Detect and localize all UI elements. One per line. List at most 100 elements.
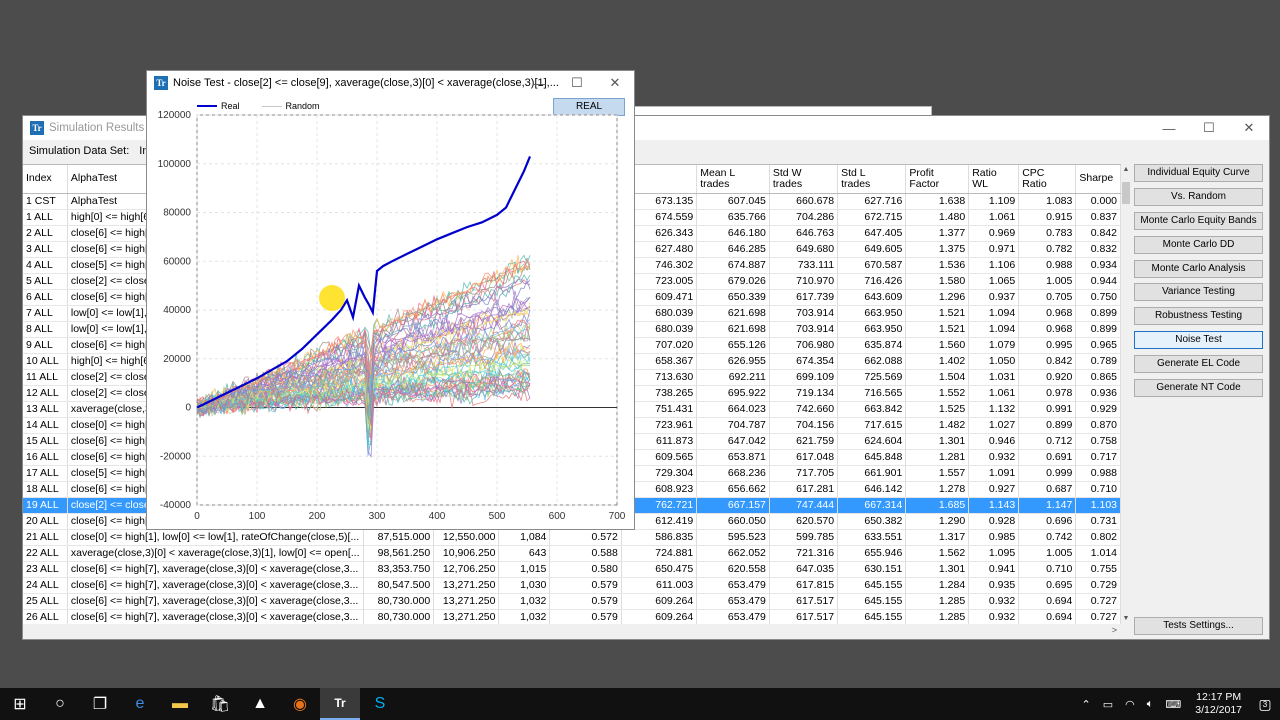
notification-count: 3 — [1262, 699, 1268, 709]
table-cell: 747.444 — [769, 497, 839, 514]
table-row[interactable]: 22 ALL xaverage(close,3)[0] < xaverage(cl… — [23, 545, 1121, 562]
task-view-icon[interactable]: ❐ — [80, 688, 120, 720]
edge-icon[interactable]: e — [120, 688, 160, 720]
tr-app-icon: Tr — [154, 76, 168, 90]
table-cell: 653.479 — [696, 609, 770, 624]
table-cell: 646.285 — [696, 241, 770, 258]
grid-vertical-scrollbar[interactable]: ▲ ▼ — [1121, 164, 1131, 624]
scroll-up-arrow-icon[interactable]: ▲ — [1121, 166, 1131, 173]
table-cell: 0.802 — [1075, 529, 1121, 546]
clock[interactable]: 12:17 PM 3/12/2017 — [1195, 691, 1242, 717]
windows-start-icon[interactable]: ⊞ — [0, 688, 40, 720]
table-cell: 653.871 — [696, 449, 770, 466]
table-cell: 0.988 — [1018, 257, 1077, 274]
column-header[interactable]: Sharpe — [1075, 165, 1121, 194]
maximize-button[interactable]: ☐ — [1189, 116, 1229, 140]
noise-test-button[interactable]: Noise Test — [1134, 331, 1263, 350]
file-explorer-icon[interactable]: ▬ — [160, 688, 200, 720]
table-cell: 635.766 — [696, 209, 770, 226]
table-row[interactable]: 23 ALL close[6] <= high[7], xaverage(clos… — [23, 561, 1121, 578]
table-cell: 0.937 — [968, 289, 1020, 306]
notification-center-icon[interactable]: ▢ 3 — [1250, 696, 1280, 713]
scroll-right-arrow-icon[interactable]: > — [1112, 625, 1117, 635]
table-cell: 717.615 — [837, 417, 907, 434]
column-header[interactable]: Std W trades — [769, 165, 839, 194]
scroll-thumb[interactable] — [1122, 182, 1130, 204]
noise-close-button[interactable]: ✕ — [596, 71, 634, 95]
volume-icon[interactable]: 🔈︎ — [1147, 698, 1154, 711]
table-cell: 16 ALL — [23, 449, 68, 466]
table-cell: 647.042 — [696, 433, 770, 450]
table-cell: 8 ALL — [23, 321, 68, 338]
table-cell: 643 — [498, 545, 551, 562]
cursor-highlight — [319, 285, 345, 311]
cortana-icon[interactable]: ○ — [40, 688, 80, 720]
table-cell: 0.710 — [1075, 481, 1121, 498]
table-cell: 1.560 — [905, 337, 970, 354]
table-cell: 655.126 — [696, 337, 770, 354]
table-cell: 0.579 — [549, 593, 622, 610]
column-header[interactable]: Mean L trades — [696, 165, 770, 194]
generate-el-code-button[interactable]: Generate EL Code — [1134, 355, 1263, 374]
photos-icon[interactable]: ▲ — [240, 688, 280, 720]
column-header[interactable]: Ratio WL — [968, 165, 1020, 194]
table-cell: 586.835 — [621, 529, 698, 546]
table-cell: 7 ALL — [23, 305, 68, 322]
table-cell: 1.284 — [905, 577, 970, 594]
variance-testing-button[interactable]: Variance Testing — [1134, 283, 1263, 302]
monte-carlo-dd-button[interactable]: Monte Carlo DD — [1134, 235, 1263, 254]
tray-chevron-icon[interactable]: ⌃ — [1082, 698, 1091, 711]
scroll-down-arrow-icon[interactable]: ▼ — [1121, 615, 1131, 622]
table-cell: 0.705 — [1018, 289, 1077, 306]
table-cell: 0.985 — [968, 529, 1020, 546]
minimize-button[interactable]: — — [1149, 116, 1189, 140]
noise-titlebar[interactable]: Tr Noise Test - close[2] <= close[9], xa… — [147, 71, 634, 95]
vs-random-button[interactable]: Vs. Random — [1134, 187, 1263, 206]
table-cell: 716.565 — [837, 385, 907, 402]
table-cell: 20 ALL — [23, 513, 68, 530]
table-cell: 1.050 — [968, 353, 1020, 370]
table-cell: 0.717 — [1075, 449, 1121, 466]
table-row[interactable]: 24 ALL close[6] <= high[7], xaverage(clos… — [23, 577, 1121, 594]
table-cell: 670.587 — [837, 257, 907, 274]
store-icon[interactable]: 🛍︎ — [200, 688, 240, 720]
table-cell: 617.815 — [769, 577, 839, 594]
column-header[interactable]: Index — [23, 165, 68, 194]
table-cell: 0.782 — [1018, 241, 1077, 258]
table-cell: 645.848 — [837, 449, 907, 466]
individual-equity-curve-button[interactable]: Individual Equity Curve — [1134, 164, 1263, 182]
table-cell: 663.950 — [837, 305, 907, 322]
skype-icon[interactable]: S — [360, 688, 400, 720]
tests-settings-button[interactable]: Tests Settings... — [1134, 617, 1263, 635]
table-cell: 0.783 — [1018, 225, 1077, 242]
app-orange-icon[interactable]: ◉ — [280, 688, 320, 720]
table-cell: 1.147 — [1018, 497, 1077, 514]
table-cell: 664.023 — [696, 401, 770, 418]
robustness-testing-button[interactable]: Robustness Testing — [1134, 307, 1263, 326]
table-cell: 1.317 — [905, 529, 970, 546]
close-button[interactable]: ✕ — [1229, 116, 1269, 140]
grid-horizontal-scrollbar[interactable]: > — [23, 624, 1121, 638]
table-row[interactable]: 21 ALL close[0] <= high[1], low[0] <= low… — [23, 529, 1121, 546]
tradestation-icon[interactable]: Tr — [320, 688, 360, 720]
table-cell: 0.696 — [1018, 513, 1077, 530]
table-row[interactable]: 26 ALL close[6] <= high[7], xaverage(clos… — [23, 609, 1121, 624]
noise-maximize-button[interactable]: ☐ — [558, 71, 596, 95]
monte-carlo-equity-bands-button[interactable]: Monte Carlo Equity Bands — [1134, 211, 1263, 230]
table-cell: close[6] <= high[7], xaverage(close,3)[0… — [67, 561, 364, 578]
table-cell: 0.750 — [1075, 289, 1121, 306]
ime-icon[interactable]: ⌨︎ — [1165, 698, 1181, 711]
wifi-icon[interactable]: ◠ — [1125, 698, 1135, 711]
table-row[interactable]: 25 ALL close[6] <= high[7], xaverage(clos… — [23, 593, 1121, 610]
column-header[interactable]: CPC Ratio — [1018, 165, 1077, 194]
column-header[interactable]: Std L trades — [837, 165, 907, 194]
noise-minimize-button[interactable]: — — [520, 71, 558, 95]
table-cell: 1 ALL — [23, 209, 68, 226]
table-cell: 1.065 — [968, 273, 1020, 290]
monte-carlo-analysis-button[interactable]: Monte Carlo Analysis — [1134, 259, 1263, 278]
battery-icon[interactable]: ▭ — [1103, 698, 1113, 711]
table-cell: 14 ALL — [23, 417, 68, 434]
column-header[interactable]: Profit Factor — [905, 165, 970, 194]
table-cell: 9 ALL — [23, 337, 68, 354]
generate-nt-code-button[interactable]: Generate NT Code — [1134, 379, 1263, 398]
